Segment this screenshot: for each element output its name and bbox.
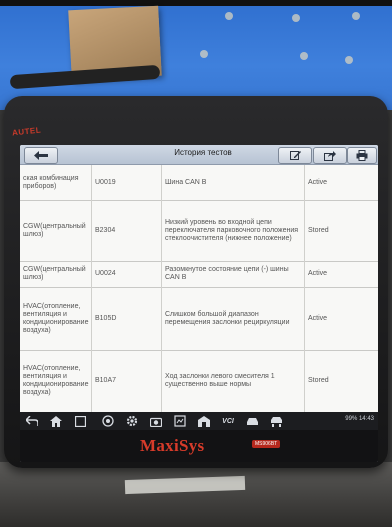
description-cell: Шина CAN B bbox=[162, 165, 305, 200]
brand-bar: MaxiSys MS906BT bbox=[20, 430, 378, 462]
system-cell: HVAC(отопление, вентиляция и кондиционир… bbox=[20, 287, 92, 350]
vci-label: VCI bbox=[222, 417, 234, 425]
vci-button[interactable]: VCI bbox=[218, 413, 238, 429]
wall-dot bbox=[292, 14, 300, 22]
system-cell: ская комбинация приборов) bbox=[20, 165, 92, 200]
system-cell: HVAC(отопление, вентиляция и кондиционир… bbox=[20, 350, 92, 412]
car-icon bbox=[246, 417, 258, 425]
code-cell: B105D bbox=[92, 287, 162, 350]
wall-dot bbox=[300, 52, 308, 60]
recent-apps-button[interactable] bbox=[72, 413, 88, 429]
nav-icons-row: VCI 99% 14:43 bbox=[20, 412, 378, 430]
top-dark-strip bbox=[0, 0, 392, 6]
recent-apps-icon bbox=[74, 415, 86, 427]
system-cell: CGW(центральный шлюз) bbox=[20, 200, 92, 261]
page-title: История тестов bbox=[174, 148, 232, 157]
product-name: MaxiSys bbox=[140, 436, 205, 455]
status-area: 99% 14:43 bbox=[345, 416, 374, 422]
status-cell: Stored bbox=[308, 226, 329, 234]
system-cell: CGW(центральный шлюз) bbox=[20, 261, 92, 287]
description-cell: Ход заслонки левого смесителя 1 существе… bbox=[162, 350, 305, 412]
workshop-button[interactable] bbox=[196, 413, 212, 429]
garage-icon bbox=[198, 415, 210, 427]
share-icon bbox=[324, 151, 336, 161]
edit-button[interactable] bbox=[278, 147, 312, 164]
code-cell: B10A7 bbox=[92, 350, 162, 412]
screenshot-icon bbox=[174, 415, 186, 427]
print-icon bbox=[356, 150, 368, 161]
share-button[interactable] bbox=[313, 147, 347, 164]
camera-icon bbox=[150, 417, 162, 427]
brand-logo: AUTEL bbox=[11, 125, 42, 138]
tablet-device: AUTEL История тестов ская комбинация при… bbox=[4, 96, 388, 468]
wall-dot bbox=[225, 12, 233, 20]
table-row[interactable]: CGW(центральный шлюз) B2304 Низкий урове… bbox=[20, 200, 378, 262]
repair-button[interactable] bbox=[268, 413, 284, 429]
car-lift-icon bbox=[270, 416, 282, 427]
home-nav-button[interactable] bbox=[48, 413, 64, 429]
tablet-screen: История тестов ская комбинация приборов)… bbox=[20, 145, 378, 462]
system-nav-bar: VCI 99% 14:43 MaxiSys MS906BT bbox=[20, 412, 378, 462]
wall-dot bbox=[345, 56, 353, 64]
product-badge: MS906BT bbox=[252, 440, 281, 448]
code-cell: B2304 bbox=[92, 200, 162, 261]
app-header: История тестов bbox=[20, 145, 378, 165]
code-cell: U0024 bbox=[92, 261, 162, 287]
edit-icon bbox=[289, 151, 301, 160]
table-row[interactable]: ская комбинация приборов) U0019 Шина CAN… bbox=[20, 165, 378, 201]
table-row[interactable]: HVAC(отопление, вентиляция и кондиционир… bbox=[20, 287, 378, 351]
camera-button[interactable] bbox=[148, 413, 164, 429]
vehicle-button[interactable] bbox=[244, 413, 260, 429]
workbench bbox=[0, 462, 392, 527]
description-cell: Слишком большой диапазон перемещения зас… bbox=[162, 287, 305, 350]
status-cell: Stored bbox=[308, 377, 329, 384]
code-cell: U0019 bbox=[92, 165, 162, 200]
browser-button[interactable] bbox=[100, 413, 116, 429]
description-cell: Разомкнутое состояние цепи (-) шины CAN … bbox=[162, 261, 305, 287]
back-arrow-icon bbox=[26, 416, 38, 426]
description-cell: Низкий уровень во входной цепи переключа… bbox=[162, 200, 305, 261]
back-nav-button[interactable] bbox=[24, 413, 40, 429]
status-text: 99% 14:43 bbox=[345, 416, 374, 422]
table-row[interactable]: CGW(центральный шлюз) U0024 Разомкнутое … bbox=[20, 261, 378, 288]
gear-icon bbox=[126, 415, 138, 427]
settings-button[interactable] bbox=[124, 413, 140, 429]
wall-dot bbox=[200, 50, 208, 58]
background-wall bbox=[0, 0, 392, 110]
arrow-left-icon bbox=[34, 151, 48, 160]
status-cell: Active bbox=[308, 314, 328, 322]
test-history-table: ская комбинация приборов) U0019 Шина CAN… bbox=[20, 165, 378, 412]
table-row[interactable]: HVAC(отопление, вентиляция и кондиционир… bbox=[20, 350, 378, 412]
wall-dot bbox=[352, 12, 360, 20]
home-icon bbox=[50, 415, 62, 427]
status-cell: Active bbox=[308, 178, 328, 186]
screenshot-button[interactable] bbox=[172, 413, 188, 429]
back-button[interactable] bbox=[24, 147, 58, 164]
status-cell: Active bbox=[308, 270, 328, 277]
print-button[interactable] bbox=[347, 147, 377, 164]
browser-icon bbox=[102, 415, 114, 427]
